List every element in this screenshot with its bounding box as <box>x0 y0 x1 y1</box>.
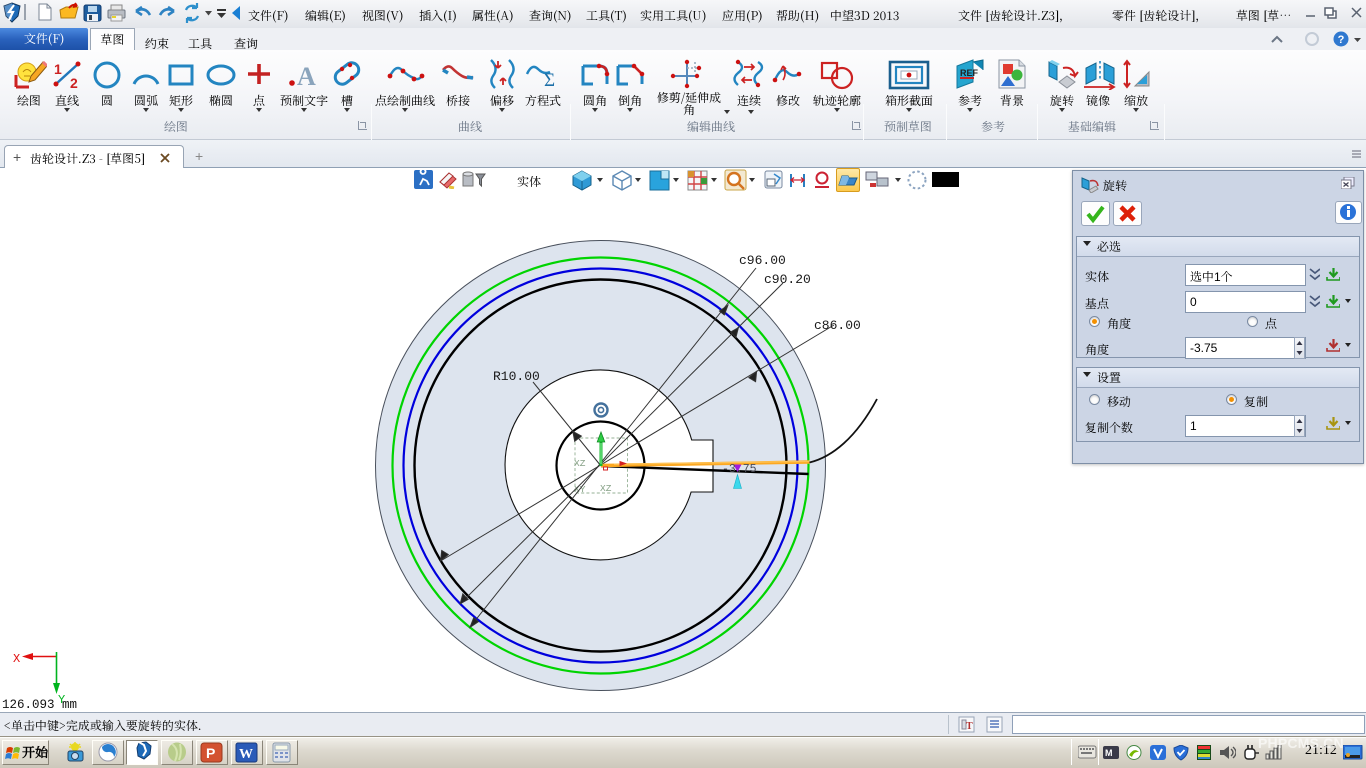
svg-text:W: W <box>239 747 253 762</box>
svg-text:c96.00: c96.00 <box>739 253 786 268</box>
svg-text:-3.75: -3.75 <box>722 463 757 476</box>
svg-text:Σ: Σ <box>544 70 555 90</box>
svg-text:M: M <box>1105 748 1113 758</box>
svg-text:2: 2 <box>70 75 78 90</box>
svg-text:126.093 mm: 126.093 mm <box>2 698 77 712</box>
svg-text:?: ? <box>1338 34 1345 46</box>
svg-text:P: P <box>206 745 215 761</box>
svg-text:REF: REF <box>960 68 979 78</box>
svg-text:X: X <box>13 652 20 666</box>
svg-text:XZ: XZ <box>574 458 586 469</box>
svg-text:A: A <box>297 62 316 90</box>
svg-text:c90.20: c90.20 <box>764 272 811 287</box>
svg-text:R10.00: R10.00 <box>493 369 540 384</box>
svg-text:XZ: XZ <box>600 483 612 494</box>
svg-text:c86.00: c86.00 <box>814 318 861 333</box>
svg-text:1: 1 <box>54 61 62 77</box>
svg-text:T: T <box>966 721 973 732</box>
svg-text:开始: 开始 <box>22 742 48 761</box>
